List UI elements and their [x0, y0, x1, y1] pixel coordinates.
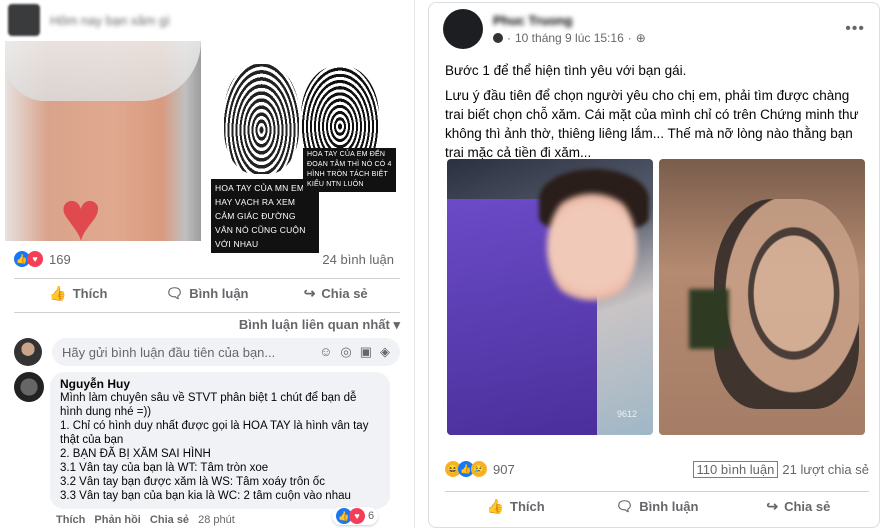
fingerprint-photo[interactable]: HOA TAY CỦA MN EM HAY VẠCH RA XEM CẢM GI… [201, 41, 413, 253]
post-paragraph: Lưu ý đầu tiên để chọn người yêu cho chị… [445, 88, 859, 160]
share-arrow-icon: ↪ [303, 285, 316, 301]
chevron-down-icon: ▾ [393, 317, 400, 332]
comment-reaction-count: 6 [368, 510, 375, 522]
reaction-count[interactable]: 907 [493, 462, 515, 477]
fingerprint-left-icon [224, 64, 299, 174]
author-small-avatar-icon [493, 33, 503, 43]
comment-reactions[interactable]: 👍 ♥ 6 [332, 507, 379, 525]
comment-line: 3.3 Vân tay bạn của bạn kia là WC: 2 tâm… [60, 490, 351, 502]
comment-reply-link[interactable]: Phản hồi [94, 514, 140, 526]
emoji-icon[interactable]: ☺ [319, 344, 332, 360]
speech-bubble-icon: 🗨 [615, 498, 634, 514]
separator-dot: · [507, 31, 511, 45]
photo-watermark: 9612 [617, 409, 638, 419]
composer-icons: ☺ ◎ ▣ ◈ [319, 344, 390, 360]
portrait-tattoo [714, 199, 859, 409]
sort-label: Bình luận liên quan nhất [238, 317, 390, 332]
gif-icon[interactable]: ▣ [360, 344, 372, 360]
right-post-images: 9612 [447, 159, 865, 435]
comment-sort-dropdown[interactable]: Bình luận liên quan nhất ▾ [14, 312, 400, 333]
left-post-actions: 👍 Thích 🗨 Bình luận ↪ Chia sẻ [14, 278, 400, 308]
comment-line: hình dung nhé =)) [60, 406, 152, 418]
couple-photo[interactable]: 9612 [447, 159, 653, 435]
group-title[interactable]: Hôm nay bạn xăm gì [50, 13, 170, 28]
separator-dot: · [627, 31, 632, 45]
avatar[interactable] [14, 338, 42, 366]
comment-count[interactable]: 24 bình luận [322, 252, 394, 267]
comment-label: Bình luận [639, 499, 699, 514]
back-tattoo-photo[interactable] [659, 159, 865, 435]
post-text: Bước 1 để thể hiện tình yêu với bạn gái.… [445, 61, 869, 168]
post-meta: Phuc Truong · 10 tháng 9 lúc 15:16 · ⊕ [493, 13, 646, 45]
like-label: Thích [72, 286, 108, 301]
share-count[interactable]: 21 lượt chia sẻ [782, 462, 869, 477]
comment-share-link[interactable]: Chia sẻ [150, 514, 189, 526]
post-paragraph: Bước 1 để thể hiện tình yêu với bạn gái. [445, 63, 687, 78]
reaction-count[interactable]: 169 [49, 252, 71, 267]
comment-time[interactable]: 28 phút [198, 514, 235, 526]
sticker-icon[interactable]: ◈ [380, 344, 390, 360]
comment-line: 2. BẠN ĐÃ BỊ XĂM SAI HÌNH [60, 448, 211, 460]
author-avatar[interactable] [443, 9, 483, 49]
like-label: Thích [510, 499, 545, 514]
comment-input[interactable]: Hãy gửi bình luận đầu tiên của bạn... ☺ … [52, 338, 400, 366]
left-post-header: Hôm nay bạn xăm gì [0, 0, 414, 40]
share-label: Chia sẻ [321, 286, 368, 301]
thumbs-up-icon: 👍 [486, 498, 505, 514]
comment-label: Bình luận [189, 286, 249, 301]
comment-button[interactable]: 🗨 Bình luận [143, 285, 272, 302]
shirt-sleeve [5, 41, 201, 101]
comment-like-link[interactable]: Thích [56, 514, 85, 526]
group-avatar[interactable] [8, 4, 40, 36]
commenter-name[interactable]: Nguyễn Huy [60, 377, 380, 391]
left-post: Hôm nay bạn xăm gì ♥ HOA TAY CỦA MN EM H… [0, 0, 415, 528]
commenter-avatar[interactable] [14, 372, 44, 402]
comment-line: Mình làm chuyên sâu về STVT phân biệt 1 … [60, 392, 357, 404]
post-time-row: · 10 tháng 9 lúc 15:16 · ⊕ [493, 31, 646, 45]
more-options-icon[interactable]: ••• [845, 20, 865, 38]
share-arrow-icon: ↪ [766, 498, 779, 514]
comment-line: 3.2 Vân tay bạn được xăm là WS: Tâm xoáy… [60, 476, 325, 488]
censor-block [689, 289, 729, 349]
comment-line: thật của bạn [60, 434, 124, 446]
post-timestamp[interactable]: 10 tháng 9 lúc 15:16 [515, 31, 624, 45]
thumbs-up-icon: 👍 [49, 285, 67, 301]
comment-count[interactable]: 110 bình luận [692, 460, 779, 478]
right-post-stats: 😆 👍 😢 907 110 bình luận 21 lượt chia sẻ [445, 460, 869, 478]
right-post-header: Phuc Truong · 10 tháng 9 lúc 15:16 · ⊕ •… [429, 3, 879, 55]
share-button[interactable]: ↪ Chia sẻ [728, 498, 869, 515]
love-reaction-icon: ♥ [27, 251, 43, 267]
heart-tattoo-icon: ♥ [60, 177, 102, 241]
left-post-stats: 👍 ♥ 169 24 bình luận [14, 250, 394, 268]
image-caption-2: HOA TAY CỦA EM ĐẾN ĐOẠN TÂM THÌ NÓ CÓ 4 … [303, 148, 396, 192]
blurred-face [547, 187, 637, 307]
comment-item: Nguyễn Huy Mình làm chuyên sâu về STVT p… [14, 372, 400, 525]
sad-reaction-icon: 😢 [471, 461, 487, 477]
globe-icon: ⊕ [635, 31, 646, 45]
comment-footer: Thích Phản hồi Chia sẻ 28 phút [56, 514, 235, 526]
speech-bubble-icon: 🗨 [165, 285, 184, 301]
like-button[interactable]: 👍 Thích [14, 285, 143, 302]
comment-line: 1. Chỉ có hình duy nhất được gọi là HOA … [60, 420, 369, 432]
comment-line: 3.1 Vân tay của bạn là WT: Tâm tròn xoe [60, 462, 269, 474]
comment-button[interactable]: 🗨 Bình luận [586, 498, 727, 515]
share-label: Chia sẻ [784, 499, 831, 514]
author-name[interactable]: Phuc Truong [493, 13, 646, 28]
share-button[interactable]: ↪ Chia sẻ [271, 285, 400, 302]
arm-tattoo-photo[interactable]: ♥ [5, 41, 201, 241]
comment-input-placeholder: Hãy gửi bình luận đầu tiên của bạn... [62, 344, 276, 360]
like-button[interactable]: 👍 Thích [445, 498, 586, 515]
camera-icon[interactable]: ◎ [340, 344, 351, 360]
left-post-images[interactable]: ♥ HOA TAY CỦA MN EM HAY VẠCH RA XEM CẢM … [5, 41, 413, 253]
comment-bubble: Nguyễn Huy Mình làm chuyên sâu về STVT p… [50, 372, 390, 509]
right-post-actions: 👍 Thích 🗨 Bình luận ↪ Chia sẻ [445, 491, 869, 521]
love-reaction-icon: ♥ [349, 508, 365, 524]
comment-composer: Hãy gửi bình luận đầu tiên của bạn... ☺ … [14, 338, 400, 366]
right-post: Phuc Truong · 10 tháng 9 lúc 15:16 · ⊕ •… [428, 2, 880, 528]
